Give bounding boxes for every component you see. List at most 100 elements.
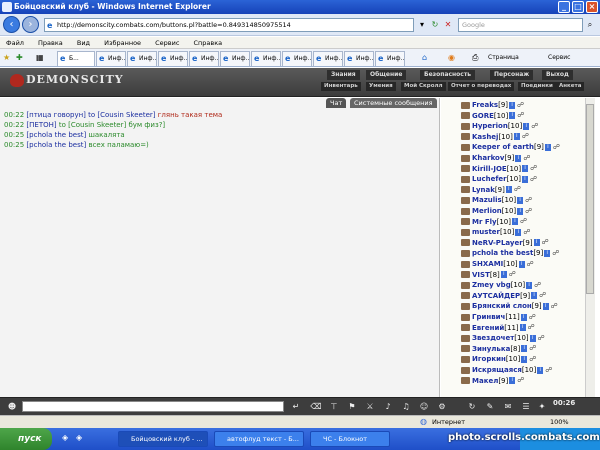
user-info-icon[interactable]: i [517,196,524,204]
tab-4[interactable]: Инф... [189,51,219,66]
chat-input[interactable] [22,401,284,412]
filter-icon[interactable]: ⊤ [328,401,340,412]
send-icon[interactable]: ↵ [290,401,302,412]
user-info-icon[interactable]: i [511,218,518,226]
user-list-item[interactable]: Freaks[9] i ☍ [461,100,585,111]
nav-exit[interactable]: Выход [542,70,573,80]
tool-icon-1[interactable]: ✎ [484,401,496,412]
user-name[interactable]: Mazulis [472,196,502,204]
tab-2[interactable]: Инф... [127,51,157,66]
tab-6[interactable]: Инф... [251,51,281,66]
user-list-item[interactable]: Mr Fly[10] i ☍ [461,217,585,228]
user-list-item[interactable]: Брянский слон[9] i ☍ [461,301,585,312]
tab-5[interactable]: Инф... [220,51,250,66]
user-name[interactable]: Luchefer [472,175,507,183]
user-info-icon[interactable]: i [505,186,512,194]
user-info-icon[interactable]: i [509,101,516,109]
user-name[interactable]: Евгений [472,324,504,332]
tab-active[interactable]: Б... [57,51,95,66]
msg-recipient[interactable]: to [Cousin Skeeter] [59,121,126,129]
print-icon[interactable]: ⎙ [472,52,478,64]
user-name[interactable]: Звездочет [472,334,514,342]
address-dropdown-icon[interactable]: ▾ [416,18,428,31]
user-list-item[interactable]: Искрящаяся[10] i ☍ [461,365,585,376]
user-list-item[interactable]: Гринвич[11] i ☍ [461,312,585,323]
tab-8[interactable]: Инф... [313,51,343,66]
menu-favorites[interactable]: Избранное [104,39,141,47]
user-list-item[interactable]: pchola the best[9] i ☍ [461,248,585,259]
menu-view[interactable]: Вид [77,39,90,47]
user-list-item[interactable]: muster[10] i ☍ [461,227,585,238]
game-logo[interactable]: DEMONSCITY [10,73,123,89]
menu-file[interactable]: Файл [6,39,24,47]
user-list-item[interactable]: GORE[10] i ☍ [461,111,585,122]
smiley-menu-icon[interactable]: ☻ [6,401,18,412]
user-name[interactable]: NeRV-PLayer [472,239,523,247]
start-button[interactable]: пуск [0,428,52,450]
user-name[interactable]: Гринвич [472,313,505,321]
msg-author[interactable]: [pchola the best] [26,131,86,139]
user-info-icon[interactable]: i [521,355,528,363]
user-info-icon[interactable]: i [518,260,525,268]
tools-menu[interactable]: Сервис [548,52,570,64]
user-name[interactable]: АУТСАЙДЕР [472,292,520,300]
user-list-item[interactable]: Евгений[11] i ☍ [461,323,585,334]
nav-my-scroll[interactable]: Мой Скролл [401,82,446,91]
close-window-button[interactable]: × [586,1,598,13]
user-info-icon[interactable]: i [520,313,527,321]
nav-transfer-report[interactable]: Отчет о переводах [448,82,515,91]
tab-1[interactable]: Инф... [96,51,126,66]
user-list-item[interactable]: Keeper of earth[9] i ☍ [461,142,585,153]
tool-icon-2[interactable]: ✉ [502,401,514,412]
user-list-item[interactable]: Hyperion[10] i ☍ [461,121,585,132]
nav-battles[interactable]: Поединки [518,82,556,91]
tab-9[interactable]: Инф... [344,51,374,66]
user-info-icon[interactable]: i [515,228,522,236]
nav-knowledge[interactable]: Знания [327,70,360,80]
task-autoflood[interactable]: автофлуд текст - Б... [214,431,304,447]
tab-10[interactable]: Инф... [375,51,405,66]
user-list-item[interactable]: Mazulis[10] i ☍ [461,195,585,206]
settings-icon[interactable]: ⚙ [436,401,448,412]
user-list-item[interactable]: Звездочет[10] i ☍ [461,333,585,344]
minimize-button[interactable]: _ [558,1,570,13]
nav-skills[interactable]: Умения [366,82,396,91]
user-list-item[interactable]: Luchefer[10] i ☍ [461,174,585,185]
refresh-list-icon[interactable]: ↻ [466,401,478,412]
menu-help[interactable]: Справка [194,39,223,47]
user-info-icon[interactable]: i [529,334,536,342]
user-info-icon[interactable]: i [519,324,526,332]
tool-icon-3[interactable]: ☰ [520,401,532,412]
userlist-scroll-thumb[interactable] [586,104,594,294]
page-menu[interactable]: Страница [488,52,519,64]
user-info-icon[interactable]: i [500,271,507,279]
user-info-icon[interactable]: i [537,366,544,374]
user-list-item[interactable]: Kirill-JOE[10] i ☍ [461,164,585,175]
user-name[interactable]: muster [472,228,500,236]
user-info-icon[interactable]: i [521,345,528,353]
nav-communication[interactable]: Общение [366,70,407,80]
nav-inventory[interactable]: Инвентарь [321,82,361,91]
user-info-icon[interactable]: i [544,143,551,151]
emoticon-icon[interactable]: ☺ [418,401,430,412]
user-list-item[interactable]: Lynak[9] i ☍ [461,185,585,196]
quick-tabs-icon[interactable]: ▦ [36,52,44,64]
user-name[interactable]: Макел [472,377,498,385]
user-info-icon[interactable]: i [521,175,528,183]
user-info-icon[interactable]: i [513,133,520,141]
tab-chat[interactable]: Чат [326,98,347,108]
music-icon[interactable]: ♪ [382,401,394,412]
home-icon[interactable]: ⌂ [422,52,427,64]
user-info-icon[interactable]: i [522,165,529,173]
user-name[interactable]: Kharkov [472,154,504,162]
user-name[interactable]: Искрящаяся [472,366,522,374]
user-list-item[interactable]: VIST[8] i ☍ [461,270,585,281]
add-favorites-icon[interactable]: ✚ [16,52,23,64]
favorites-star-icon[interactable]: ★ [3,52,10,64]
nav-character[interactable]: Персонаж [490,70,534,80]
user-name[interactable]: Kirill-JOE [472,165,507,173]
task-notepad[interactable]: ЧС - Блокнот [310,431,390,447]
user-list-item[interactable]: Kashej[10] i ☍ [461,132,585,143]
user-info-icon[interactable]: i [509,112,516,120]
msg-author[interactable]: [ПЕТОН] [26,121,56,129]
